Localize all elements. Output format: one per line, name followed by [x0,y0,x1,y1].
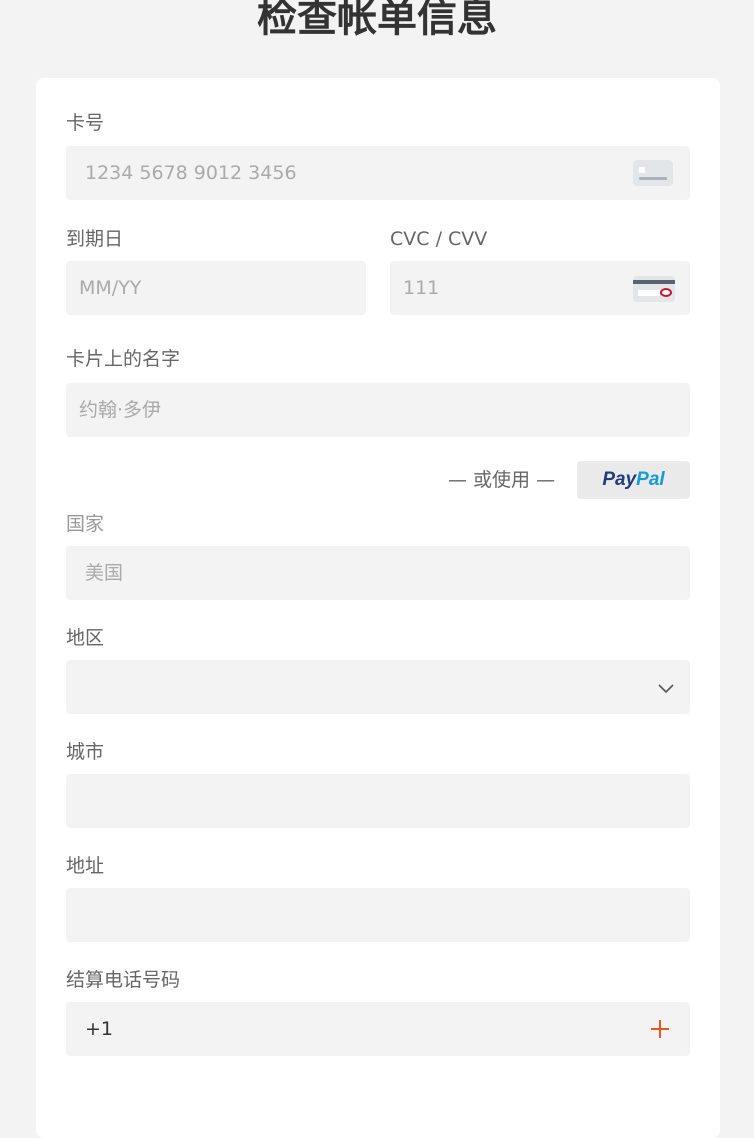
cvc-field[interactable]: 111 [390,261,690,315]
country-value: 美国 [85,562,124,584]
page-title: 检查帐单信息 [257,0,497,41]
chevron-down-icon [658,684,674,694]
city-field[interactable] [66,774,690,828]
paypal-button[interactable]: PayPal [577,461,690,499]
card-back-cvc-icon [633,276,675,302]
expiry-field[interactable]: MM/YY [66,261,366,315]
expiry-label: 到期日 [66,228,124,250]
phone-country-code[interactable]: +1 [85,1018,113,1040]
expiry-placeholder: MM/YY [79,277,142,299]
name-on-card-placeholder: 约翰·多伊 [79,399,162,421]
or-use-text: — 或使用 — [448,469,556,491]
name-on-card-field[interactable]: 约翰·多伊 [66,383,690,437]
city-label: 城市 [66,741,105,763]
address-label: 地址 [66,855,105,877]
card-number-placeholder: 1234 5678 9012 3456 [85,162,297,184]
name-on-card-label: 卡片上的名字 [66,348,181,370]
phone-label: 结算电话号码 [66,969,181,991]
phone-field[interactable]: +1 [66,1002,690,1056]
country-field[interactable]: 美国 [66,546,690,600]
address-field[interactable] [66,888,690,942]
region-select[interactable] [66,660,690,714]
paypal-logo-pal: Pal [636,469,665,490]
cvc-label: CVC / CVV [390,228,488,250]
region-label: 地区 [66,627,105,649]
credit-card-icon [633,160,673,186]
billing-form-card: 卡号 1234 5678 9012 3456 到期日 MM/YY CVC / C… [36,78,720,1138]
card-number-label: 卡号 [66,112,105,134]
plus-icon[interactable] [650,1019,670,1039]
paypal-logo-pay: Pay [602,469,637,490]
cvc-placeholder: 111 [403,277,440,299]
card-number-field[interactable]: 1234 5678 9012 3456 [66,146,690,200]
country-label: 国家 [66,513,105,535]
